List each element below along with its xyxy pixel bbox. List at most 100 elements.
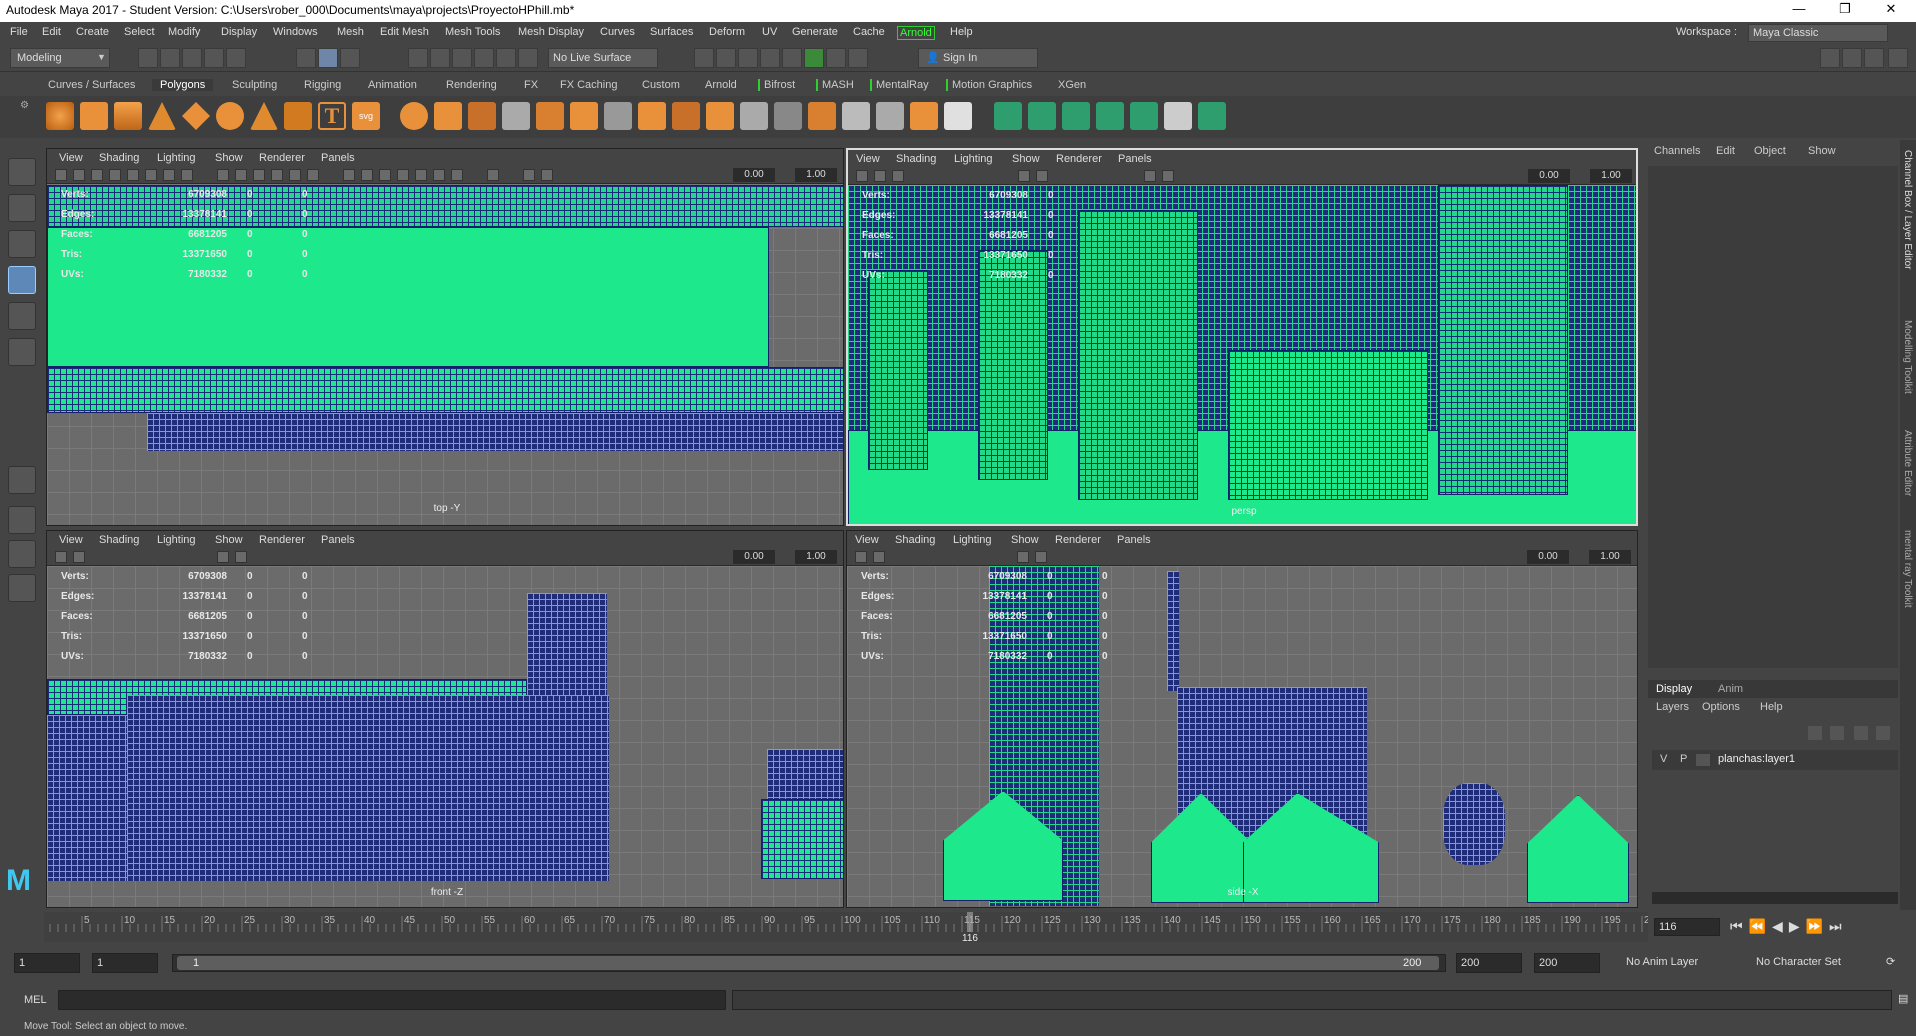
separate-icon[interactable] xyxy=(434,102,462,130)
viewport-menu-lighting[interactable]: Lighting xyxy=(157,152,196,164)
gamma-icon[interactable] xyxy=(523,169,535,181)
save-scene-icon[interactable] xyxy=(182,48,202,68)
menu-surfaces[interactable]: Surfaces xyxy=(650,26,693,38)
viewport-menu-view[interactable]: View xyxy=(856,153,880,165)
channel-box-menu-show[interactable]: Show xyxy=(1808,145,1836,157)
poly-torus-icon[interactable] xyxy=(216,102,244,130)
go-to-start-icon[interactable]: ⏮ xyxy=(1730,918,1749,934)
shelf-tab-mash[interactable]: MASH xyxy=(816,79,854,91)
toggle-panels-icon[interactable] xyxy=(848,48,868,68)
shelf-tab-bifrost[interactable]: Bifrost xyxy=(758,79,795,91)
four-view-layout-icon[interactable] xyxy=(8,506,36,534)
bool-icon[interactable] xyxy=(638,102,666,130)
menu-generate[interactable]: Generate xyxy=(792,26,838,38)
exposure-field[interactable]: 0.00 xyxy=(1528,169,1570,183)
range-slider[interactable]: 1 200 xyxy=(172,954,1446,972)
step-back-icon[interactable]: ◀ xyxy=(1772,918,1789,934)
chevron-down-icon[interactable]: ▼ xyxy=(97,52,106,62)
select-tool-icon[interactable] xyxy=(8,158,36,186)
snap-curve-icon[interactable] xyxy=(430,48,450,68)
spherical-map-icon[interactable] xyxy=(1062,102,1090,130)
viewport-menu-shading[interactable]: Shading xyxy=(99,534,139,546)
gate-mask-icon[interactable] xyxy=(181,169,193,181)
layer-tab-display[interactable]: Display xyxy=(1656,683,1692,695)
wireframe-icon[interactable] xyxy=(1017,551,1029,563)
channel-box-menu-edit[interactable]: Edit xyxy=(1716,145,1735,157)
wireframe-icon[interactable] xyxy=(217,551,229,563)
move-tool-icon[interactable] xyxy=(8,266,36,294)
camera-select-icon[interactable] xyxy=(855,551,867,563)
anti-aliasing-icon[interactable] xyxy=(433,169,445,181)
viewport-menu-panels[interactable]: Panels xyxy=(1117,534,1151,546)
shelf-tab-rendering[interactable]: Rendering xyxy=(446,79,497,91)
viewport-menu-renderer[interactable]: Renderer xyxy=(259,534,305,546)
uv-layout-icon[interactable] xyxy=(1164,102,1192,130)
menu-help[interactable]: Help xyxy=(950,26,973,38)
channel-box-menu-object[interactable]: Object xyxy=(1754,145,1786,157)
auto-map-icon[interactable] xyxy=(1096,102,1124,130)
shelf-tab-sculpting[interactable]: Sculpting xyxy=(232,79,277,91)
wireframe-icon[interactable] xyxy=(1018,170,1030,182)
xray-icon[interactable] xyxy=(343,169,355,181)
cylindrical-map-icon[interactable] xyxy=(1028,102,1056,130)
viewport-menu-renderer[interactable]: Renderer xyxy=(259,152,305,164)
viewport-menu-show[interactable]: Show xyxy=(215,152,243,164)
camera-attributes-icon[interactable] xyxy=(73,551,85,563)
poly-svg-icon[interactable]: svg xyxy=(352,102,380,130)
outliner-layout-icon[interactable] xyxy=(8,574,36,602)
script-language-label[interactable]: MEL xyxy=(24,994,47,1006)
exposure-icon[interactable] xyxy=(541,169,553,181)
camera-attributes-icon[interactable] xyxy=(73,169,85,181)
menu-windows[interactable]: Windows xyxy=(273,26,318,38)
planar-map-icon[interactable] xyxy=(994,102,1022,130)
two-view-layout-icon[interactable] xyxy=(8,540,36,568)
viewport-front[interactable]: View Shading Lighting Show Renderer Pane… xyxy=(46,530,844,908)
viewport-menu-show[interactable]: Show xyxy=(1012,153,1040,165)
quad-draw-icon[interactable] xyxy=(910,102,938,130)
playback-end-field[interactable]: 200 xyxy=(1456,953,1522,973)
layer-scrollbar[interactable] xyxy=(1652,892,1898,904)
viewport-menu-view[interactable]: View xyxy=(59,534,83,546)
bridge-icon[interactable] xyxy=(570,102,598,130)
side-tab-modelling-toolkit[interactable]: Modelling Toolkit xyxy=(1902,320,1913,394)
channel-box-toggle-icon[interactable] xyxy=(1864,48,1884,68)
layer-name[interactable]: planchas:layer1 xyxy=(1718,753,1795,765)
shadows-icon[interactable] xyxy=(307,169,319,181)
viewport-side[interactable]: View Shading Lighting Show Renderer Pane… xyxy=(846,530,1638,908)
layout-single-icon[interactable] xyxy=(1820,48,1840,68)
new-layer-icon[interactable] xyxy=(1854,726,1868,740)
end-time-field[interactable]: 200 xyxy=(1534,953,1600,973)
side-tab-channel-box[interactable]: Channel Box / Layer Editor xyxy=(1902,150,1913,270)
shelf-tab-xgen[interactable]: XGen xyxy=(1058,79,1086,91)
viewport-top[interactable]: View Shading Lighting Show Renderer Pane… xyxy=(46,148,844,526)
paint-select-tool-icon[interactable] xyxy=(8,230,36,258)
viewport-menu-shading[interactable]: Shading xyxy=(896,153,936,165)
layout-four-icon[interactable] xyxy=(1842,48,1862,68)
smooth-icon[interactable] xyxy=(502,102,530,130)
gamma-field[interactable]: 1.00 xyxy=(795,168,837,182)
minimize-button[interactable]: — xyxy=(1776,1,1822,21)
bookmark-icon[interactable] xyxy=(892,170,904,182)
layer-tab-anim[interactable]: Anim xyxy=(1718,683,1743,695)
viewport-menu-view[interactable]: View xyxy=(59,152,83,164)
menu-edit[interactable]: Edit xyxy=(42,26,61,38)
step-back-key-icon[interactable]: ⏪ xyxy=(1749,918,1772,934)
lasso-tool-icon[interactable] xyxy=(8,194,36,222)
mirror-icon[interactable] xyxy=(468,102,496,130)
side-tab-attribute-editor[interactable]: Attribute Editor xyxy=(1902,430,1913,496)
select-hierarchy-icon[interactable] xyxy=(296,48,316,68)
shelf-tab-custom[interactable]: Custom xyxy=(642,79,680,91)
mode-dropdown[interactable]: Modeling xyxy=(10,48,110,68)
auto-key-icon[interactable]: ⟳ xyxy=(1886,955,1895,968)
fill-hole-icon[interactable] xyxy=(706,102,734,130)
poly-plane-icon[interactable] xyxy=(182,102,210,130)
side-tab-mental-ray-toolkit[interactable]: mental ray Toolkit xyxy=(1902,530,1913,608)
close-button[interactable]: ✕ xyxy=(1868,1,1914,21)
extrude-icon[interactable] xyxy=(536,102,564,130)
go-to-end-icon[interactable]: ⏭ xyxy=(1829,918,1848,934)
menu-modify[interactable]: Modify xyxy=(168,26,200,38)
shelf-tab-arnold[interactable]: Arnold xyxy=(705,79,737,91)
ambient-occlusion-icon[interactable] xyxy=(397,169,409,181)
menu-mesh-tools[interactable]: Mesh Tools xyxy=(445,26,500,38)
film-gate-icon[interactable] xyxy=(145,169,157,181)
